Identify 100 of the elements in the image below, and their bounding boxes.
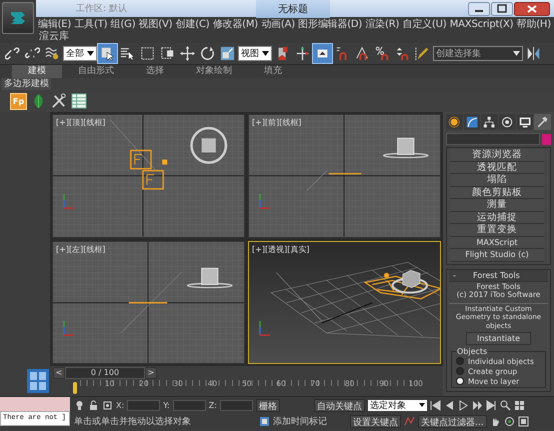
utility-button[interactable]: 颜色剪贴板 — [450, 186, 544, 199]
time-slider[interactable]: 0 / 100 — [65, 366, 145, 378]
color-swatch[interactable] — [542, 134, 551, 144]
x-field[interactable] — [127, 400, 160, 410]
hammer-icon — [536, 116, 550, 128]
dropdown[interactable]: 视图 — [238, 46, 272, 61]
set-key-button[interactable]: 设置关键点 — [350, 414, 401, 428]
viewport-label[interactable]: [+][左][线框] — [56, 244, 106, 254]
menu-item[interactable]: 自定义(U) — [402, 17, 446, 31]
utility-button[interactable]: 塌陷 — [450, 174, 544, 186]
ribbon-tab[interactable]: 填充 — [248, 65, 298, 78]
key-filters-button[interactable]: 关键点过滤器... — [418, 414, 487, 428]
time-tag-icon — [259, 416, 270, 426]
ribbon-tab[interactable]: 对象绘制 — [180, 65, 248, 78]
menu-item[interactable]: 渲染(R) — [365, 17, 400, 31]
utility-button[interactable]: Flight Studio (c) — [450, 249, 544, 262]
panel-tab[interactable] — [464, 114, 480, 130]
utility-button[interactable]: 测量 — [450, 199, 544, 212]
ribbon-tab[interactable]: 建模 — [12, 65, 62, 78]
motion-icon — [500, 116, 514, 128]
bulb-icon — [74, 400, 85, 410]
previous-frame-button[interactable]: < — [53, 366, 65, 378]
hierarchy-icon — [483, 116, 496, 128]
viewport[interactable]: [+][顶][线框] — [52, 114, 245, 238]
y-label: Y: — [163, 400, 170, 410]
gizmo-icon — [295, 46, 310, 61]
table-icon — [71, 93, 87, 109]
next-frame-button[interactable]: > — [145, 366, 157, 378]
menu-item[interactable]: 工具(T) — [74, 17, 108, 31]
dropdown[interactable]: 创建选择集 — [433, 46, 523, 61]
axis-tripod-icon — [259, 194, 270, 209]
pencil-icon — [415, 46, 430, 61]
key-mode-dropdown[interactable]: 选定对象 — [368, 400, 427, 410]
menu-item[interactable]: 创建(C) — [176, 17, 210, 31]
monitor-icon — [518, 116, 532, 128]
menu-item[interactable]: 渲云库 — [39, 31, 69, 42]
play-icon — [458, 400, 469, 410]
maximize-view-icon — [518, 416, 529, 426]
viewport-label[interactable]: [+][前][线框] — [252, 117, 302, 128]
y-field[interactable] — [172, 400, 206, 410]
previous-key-icon — [444, 400, 455, 410]
script-input-field[interactable] — [0, 397, 70, 411]
spinner-snap-icon — [395, 46, 410, 61]
z-field[interactable] — [220, 400, 253, 410]
tool-button[interactable] — [98, 44, 117, 63]
tool-button[interactable] — [178, 44, 197, 63]
last-frame-icon — [486, 400, 497, 410]
menu-item[interactable]: 组(G) — [110, 17, 136, 31]
next-key-icon — [472, 400, 483, 410]
utility-button[interactable]: MAXScript — [450, 236, 544, 249]
axis-tripod-icon — [63, 320, 74, 336]
radio-button[interactable] — [456, 367, 464, 375]
wave-icon — [45, 46, 60, 61]
caret-icon — [513, 51, 520, 56]
group-title: Objects — [456, 347, 488, 356]
auto-key-button[interactable]: 自动关键点 — [314, 398, 365, 412]
angle-snap-icon — [355, 46, 370, 61]
link-icon — [5, 46, 20, 61]
viewport[interactable]: [+][透视][真实] — [248, 240, 441, 364]
utility-button[interactable]: 运动捕捉 — [450, 212, 544, 224]
close-icon — [514, 2, 550, 16]
utility-button[interactable]: 资源浏览器 — [450, 149, 544, 162]
menu-item[interactable]: 帮助(H) — [516, 17, 551, 31]
utility-button[interactable]: 透视匹配 — [450, 162, 544, 174]
panel-tab[interactable] — [516, 114, 534, 130]
panel-tab[interactable] — [481, 114, 498, 130]
viewport-label[interactable]: [+][透视][真实] — [252, 244, 310, 254]
menu-item[interactable]: MAXScript(X) — [450, 18, 514, 30]
tool-button[interactable] — [198, 44, 217, 63]
ribbon-tab[interactable]: 选择 — [130, 65, 180, 78]
menu-item[interactable]: 修改器(M) — [212, 17, 258, 31]
utility-button[interactable]: 重置变换 — [450, 224, 544, 236]
window-title: 无标题 — [256, 0, 330, 18]
collapse-toggle[interactable]: - — [449, 270, 473, 280]
panel-tab[interactable] — [534, 114, 552, 130]
menu-item[interactable]: 图形编辑器(D) — [298, 17, 362, 31]
radio-button[interactable] — [456, 357, 464, 365]
tool-button[interactable] — [313, 44, 332, 63]
unlink-icon — [25, 46, 40, 61]
dropdown[interactable]: 全部 — [63, 46, 97, 61]
first-frame-icon — [430, 400, 441, 410]
caret-icon — [418, 403, 425, 407]
viewport-label[interactable]: [+][顶][线框] — [56, 117, 106, 128]
tool-button[interactable] — [218, 44, 237, 63]
list-cursor-icon — [120, 46, 135, 61]
key-filter-icon — [404, 416, 415, 426]
viewport-layout-icon — [27, 369, 49, 393]
instantiate-button[interactable]: Instantiate — [466, 332, 532, 345]
grid-button[interactable]: 栅格 — [256, 398, 280, 412]
rollout-title[interactable]: Forest Tools — [473, 270, 520, 280]
panel-tab[interactable] — [446, 114, 463, 130]
menu-item[interactable]: 动画(A) — [261, 17, 295, 31]
menu-item[interactable]: 编辑(E) — [38, 17, 72, 31]
radio-button[interactable] — [456, 377, 464, 385]
menu-item[interactable]: 视图(V) — [138, 17, 172, 31]
time-tag-label[interactable]: 添加时间标记 — [273, 414, 347, 428]
search-field[interactable] — [446, 133, 540, 145]
panel-tab[interactable] — [499, 114, 516, 130]
window-crossing-icon — [160, 46, 175, 61]
ribbon-tab[interactable]: 自由形式 — [62, 65, 130, 78]
